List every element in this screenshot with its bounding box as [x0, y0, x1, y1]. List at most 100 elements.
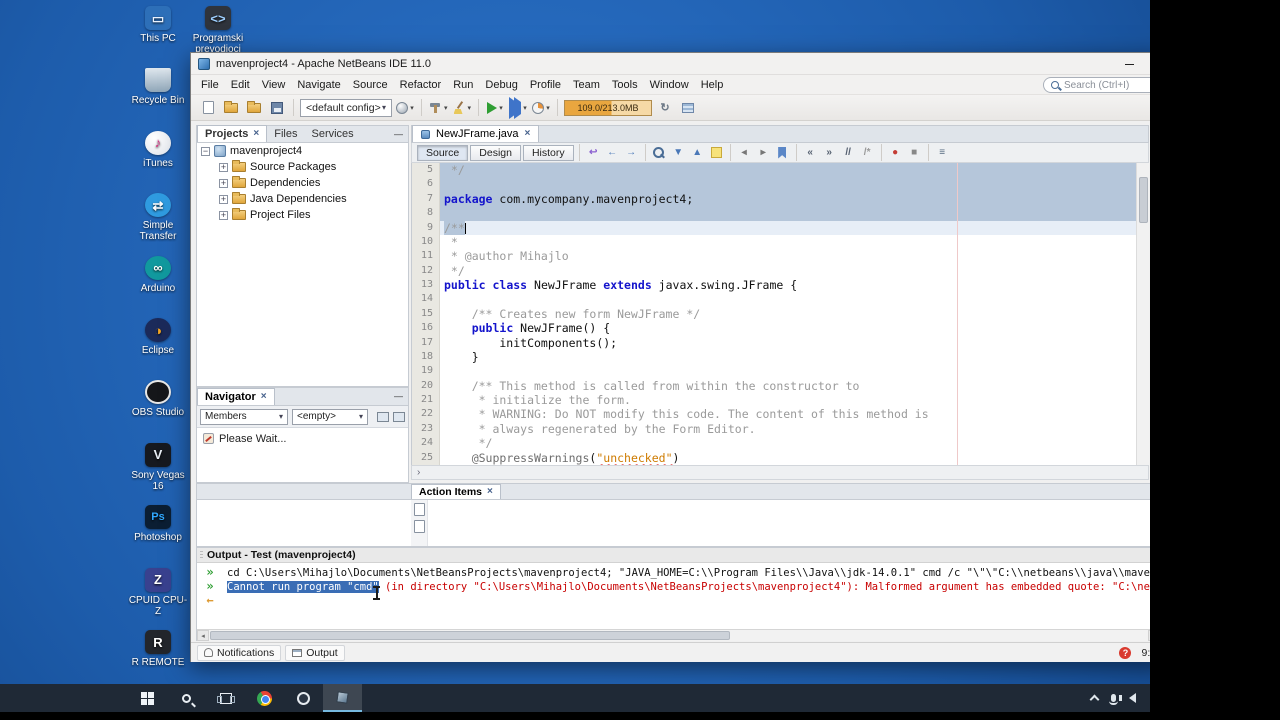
filter-scope-icon[interactable] [413, 520, 425, 533]
task-view-button[interactable] [206, 684, 245, 712]
code-editor[interactable]: 5 */6 7 package com.mycompany.mavenproject… [411, 163, 1149, 465]
expand-handle-icon[interactable]: + [219, 178, 228, 188]
desktop-icon-photoshop[interactable]: Ps Photoshop [128, 505, 188, 543]
expand-handle-icon[interactable]: + [219, 162, 228, 172]
output-header[interactable]: Output - Test (mavenproject4) [197, 548, 1150, 563]
close-tab-icon[interactable]: × [487, 487, 493, 497]
code-line[interactable]: 19 [412, 364, 1149, 379]
scroll-right-arrow[interactable]: ▸ [1148, 630, 1150, 641]
scrollbar-thumb[interactable] [210, 631, 731, 640]
configuration-icon[interactable] [395, 98, 415, 118]
code-line[interactable]: 18 } [412, 349, 1149, 365]
menu-view[interactable]: View [256, 77, 292, 93]
last-edit-icon[interactable]: ↩ [585, 145, 602, 161]
new-file-icon[interactable] [198, 98, 218, 118]
menu-profile[interactable]: Profile [524, 77, 567, 93]
navigator-members-combobox[interactable]: Members ▾ [200, 408, 288, 425]
code-line[interactable]: 25 @SuppressWarnings("unchecked") [412, 450, 1149, 465]
navigator-filter-icon[interactable] [393, 411, 405, 422]
profile-project-icon[interactable] [531, 98, 551, 118]
view-button-design[interactable]: Design [470, 144, 521, 161]
output-horizontal-scrollbar[interactable]: ◂ ▸ [197, 629, 1150, 641]
output-line[interactable]: cd C:\Users\Mihajlo\Documents\NetBeansPr… [227, 567, 1150, 581]
desktop-icon-simple-transfer[interactable]: ⇄ Simple Transfer [128, 193, 188, 242]
find-selection-icon[interactable] [651, 145, 668, 161]
tab-files[interactable]: Files [267, 126, 304, 142]
run-project-icon[interactable] [485, 98, 505, 118]
desktop-icon-arduino[interactable]: ∞ Arduino [128, 255, 188, 294]
scroll-left-arrow[interactable]: ◂ [197, 630, 209, 641]
tab-newjframe-java[interactable]: NewJFrame.java × [412, 125, 540, 142]
tree-item-dependencies[interactable]: + Dependencies [197, 175, 408, 191]
desktop-icon-r-remote[interactable]: R R REMOTE [128, 630, 188, 668]
code-line[interactable]: 16 public NewJFrame() { [412, 321, 1149, 336]
output-console[interactable]: » » ← cd C:\Users\Mihajlo\Documents\NetBea… [197, 563, 1150, 629]
code-line[interactable]: 22 * WARNING: Do NOT modify this code. T… [412, 407, 1149, 422]
taskbar-chrome-button[interactable] [245, 684, 284, 712]
taskbar-netbeans-button[interactable] [323, 684, 362, 712]
tree-item-mavenproject4[interactable]: − mavenproject4 [197, 143, 408, 159]
hidden-icons-chevron[interactable] [1089, 694, 1100, 705]
menu-team[interactable]: Team [567, 77, 606, 93]
menu-refactor[interactable]: Refactor [394, 77, 448, 93]
jump-back-icon[interactable]: ← [604, 145, 621, 161]
code-line[interactable]: 15 /** Creates new form NewJFrame */ [412, 306, 1149, 322]
desktop-icon-itunes[interactable]: ♪ iTunes [128, 130, 188, 169]
tree-item-source-packages[interactable]: + Source Packages [197, 159, 408, 175]
garbage-collect-icon[interactable]: ↻ [655, 98, 675, 118]
new-project-icon[interactable] [221, 98, 241, 118]
clean-build-project-icon[interactable] [452, 98, 473, 118]
taskbar-search-button[interactable] [167, 684, 206, 712]
scrollbar-thumb[interactable] [1139, 177, 1148, 223]
comment-icon[interactable]: // [840, 145, 857, 161]
find-previous-occurrence-icon[interactable]: ▲ [689, 145, 706, 161]
output-line[interactable]: Cannot run program "cmd" (in directory "… [227, 580, 1150, 595]
next-bookmark-icon[interactable]: ▸ [755, 145, 772, 161]
desktop-icon-cpuid-cpu-z[interactable]: Z CPUID CPU-Z [128, 567, 188, 617]
navigator-sort-icon[interactable] [377, 411, 389, 422]
notifications-button[interactable]: Notifications [197, 644, 282, 661]
code-line[interactable]: 7 package com.mycompany.mavenproject4; [412, 191, 1149, 207]
view-button-source[interactable]: Source [417, 144, 469, 161]
error-badge[interactable]: ? [1119, 646, 1132, 659]
minimize-panel-icon[interactable]: — [394, 391, 403, 401]
tab-action-items[interactable]: Action Items × [411, 484, 501, 499]
navigator-inspect-combobox[interactable]: <empty> ▾ [292, 408, 368, 425]
close-tab-icon[interactable]: × [253, 129, 259, 139]
menu-tools[interactable]: Tools [606, 77, 644, 93]
output-window-button[interactable]: Output [285, 644, 345, 661]
filter-current-file-icon[interactable] [413, 503, 425, 516]
rerun-icon[interactable]: » [206, 566, 213, 578]
tab-projects[interactable]: Projects × [197, 125, 268, 142]
expand-handle-icon[interactable]: + [219, 210, 228, 220]
jump-forward-icon[interactable]: → [623, 145, 640, 161]
tab-navigator[interactable]: Navigator × [197, 388, 275, 405]
heap-walker-icon[interactable] [678, 98, 698, 118]
start-button[interactable] [128, 684, 167, 712]
save-all-icon[interactable] [267, 98, 287, 118]
tree-item-project-files[interactable]: + Project Files [197, 207, 408, 223]
collapse-handle-icon[interactable]: − [201, 146, 210, 156]
code-line[interactable]: 20 /** This method is called from within… [412, 378, 1149, 393]
build-project-icon[interactable] [428, 98, 449, 118]
code-line[interactable]: 14 [412, 292, 1149, 307]
desktop-icon-recycle-bin[interactable]: Recycle Bin [128, 68, 188, 106]
tab-services[interactable]: Services [305, 126, 361, 142]
taskbar-circle-app-button[interactable] [284, 684, 323, 712]
editor-breadcrumb-bar[interactable]: › [411, 465, 1149, 480]
expand-handle-icon[interactable]: + [219, 194, 228, 204]
code-line[interactable]: 23 * always regenerated by the Form Edit… [412, 421, 1149, 437]
code-line[interactable]: 17 initComponents(); [412, 335, 1149, 350]
desktop-icon-obs-studio[interactable]: OBS Studio [128, 380, 188, 418]
uncomment-icon[interactable]: /* [859, 145, 876, 161]
stop-macro-recording-icon[interactable]: ■ [906, 145, 923, 161]
open-project-icon[interactable] [244, 98, 264, 118]
window-titlebar[interactable]: mavenproject4 - Apache NetBeans IDE 11.0 [191, 53, 1150, 75]
microphone-icon[interactable] [1109, 694, 1118, 705]
memory-indicator[interactable]: 109.0/213.0MB [564, 99, 653, 116]
previous-command-icon[interactable]: ← [206, 594, 213, 606]
shift-line-right-icon[interactable]: » [821, 145, 838, 161]
toggle-bookmark-icon[interactable] [774, 145, 791, 161]
minimize-button[interactable] [1111, 53, 1147, 75]
editor-vertical-scrollbar[interactable] [1136, 163, 1149, 465]
